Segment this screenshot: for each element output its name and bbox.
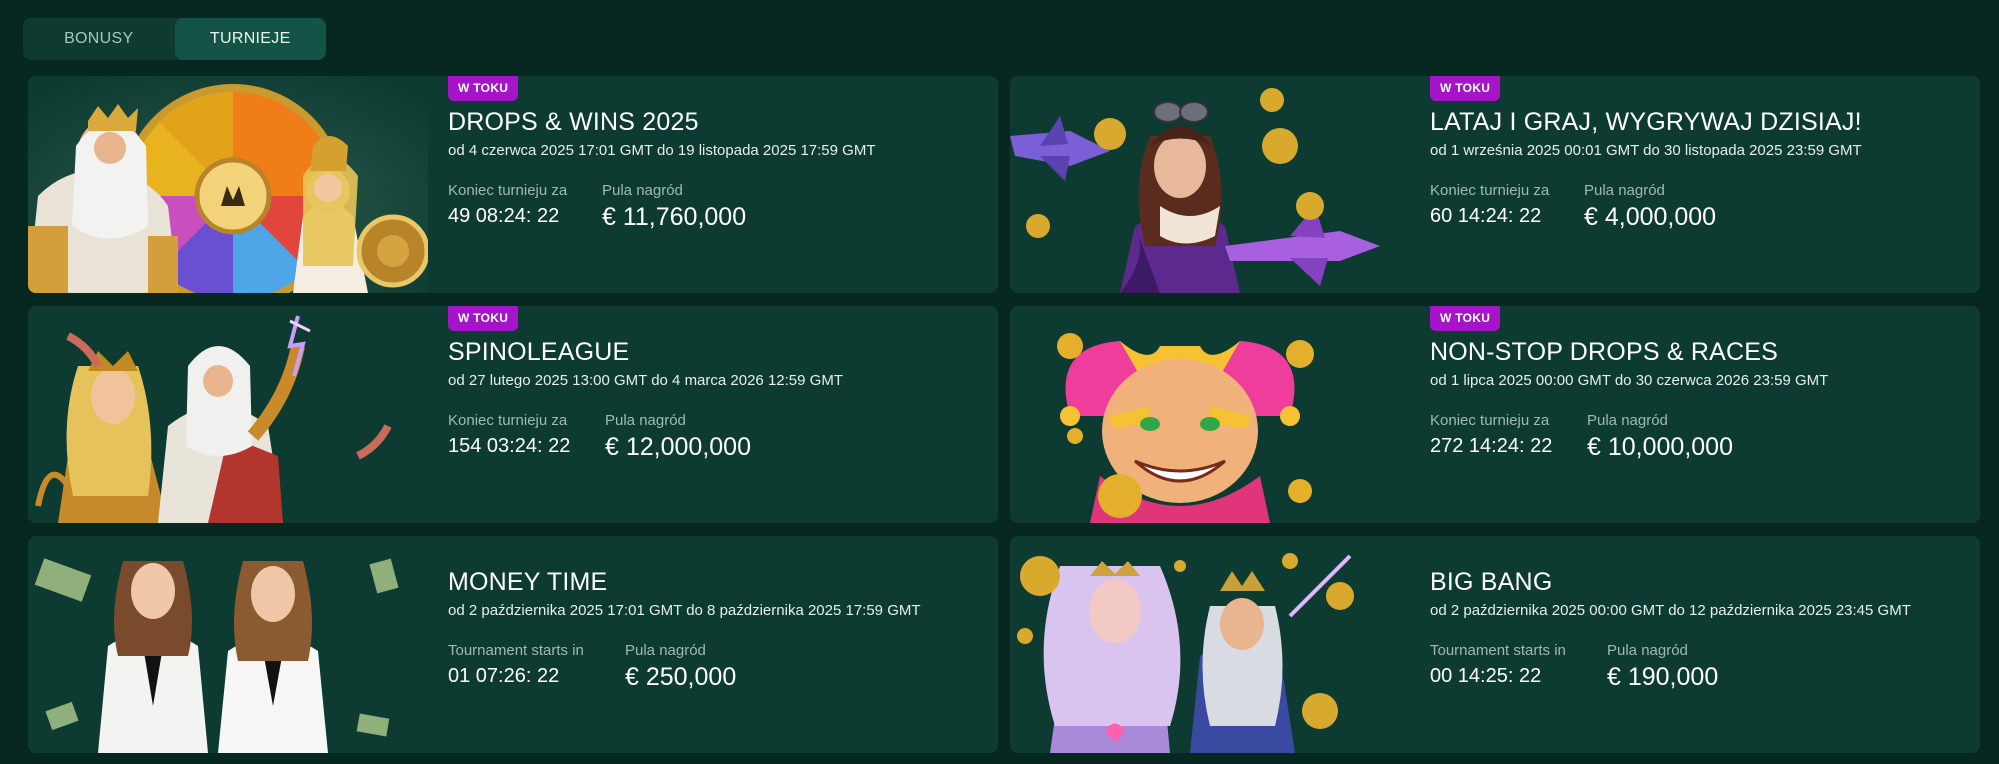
tournament-image-money-time xyxy=(28,536,428,753)
zeus-lightning-illustration xyxy=(28,306,428,523)
tournament-dates: od 4 czerwca 2025 17:01 GMT do 19 listop… xyxy=(448,142,876,159)
prize-block: Pula nagród € 12,000,000 xyxy=(605,412,751,462)
tournament-image-big-bang xyxy=(1010,536,1410,753)
prize-value: € 190,000 xyxy=(1607,663,1719,691)
timer-block: Koniec turnieju za 154 03:24: 22 xyxy=(448,412,570,458)
prize-label: Pula nagród xyxy=(625,642,706,659)
timer-label: Tournament starts in xyxy=(1430,642,1566,659)
tournament-dates: od 1 września 2025 00:01 GMT do 30 listo… xyxy=(1430,142,1862,159)
tournament-info: W TOKU NON-STOP DROPS & RACES od 1 lipca… xyxy=(1430,306,1970,523)
prize-label: Pula nagród xyxy=(1587,412,1668,429)
prize-block: Pula nagród € 11,760,000 xyxy=(602,182,746,232)
tournament-dates: od 1 lipca 2025 00:00 GMT do 30 czerwca … xyxy=(1430,372,1829,389)
timer-label: Tournament starts in xyxy=(448,642,584,659)
prize-label: Pula nagród xyxy=(602,182,683,199)
timer-value: 49 08:24: 22 xyxy=(448,205,560,227)
tournament-grid: W TOKU DROPS & WINS 2025 od 4 czerwca 20… xyxy=(28,76,1980,753)
tournament-title: BIG BANG xyxy=(1430,568,1553,596)
tournament-card[interactable]: W TOKU NON-STOP DROPS & RACES od 1 lipca… xyxy=(1010,306,1980,523)
tournament-image-joker xyxy=(1010,306,1410,523)
tournament-title: MONEY TIME xyxy=(448,568,608,596)
tournament-info: BIG BANG od 2 października 2025 00:00 GM… xyxy=(1430,536,1970,753)
tournament-card[interactable]: W TOKU LATAJ I GRAJ, WYGRYWAJ DZISIAJ! o… xyxy=(1010,76,1980,293)
prize-label: Pula nagród xyxy=(1584,182,1665,199)
timer-value: 60 14:24: 22 xyxy=(1430,205,1542,227)
prize-value: € 4,000,000 xyxy=(1584,203,1717,231)
tournament-image-spinoleague xyxy=(28,306,428,523)
timer-block: Koniec turnieju za 60 14:24: 22 xyxy=(1430,182,1549,228)
prize-block: Pula nagród € 190,000 xyxy=(1607,642,1718,692)
prize-label: Pula nagród xyxy=(605,412,686,429)
tournament-info: W TOKU DROPS & WINS 2025 od 4 czerwca 20… xyxy=(448,76,988,293)
tournament-card[interactable]: BIG BANG od 2 października 2025 00:00 GM… xyxy=(1010,536,1980,753)
tournament-title: DROPS & WINS 2025 xyxy=(448,108,699,136)
tournament-card[interactable]: W TOKU DROPS & WINS 2025 od 4 czerwca 20… xyxy=(28,76,998,293)
tournament-image-aviator xyxy=(1010,76,1410,293)
prize-label: Pula nagród xyxy=(1607,642,1688,659)
prize-value: € 250,000 xyxy=(625,663,737,691)
tournament-dates: od 2 października 2025 17:01 GMT do 8 pa… xyxy=(448,602,921,619)
tournament-info: W TOKU SPINOLEAGUE od 27 lutego 2025 13:… xyxy=(448,306,988,523)
timer-value: 00 14:25: 22 xyxy=(1430,665,1542,687)
tournaments-page: BONUSY TURNIEJE W TOKU DROPS & WINS 2025… xyxy=(0,0,1999,764)
prize-block: Pula nagród € 4,000,000 xyxy=(1584,182,1716,232)
prize-value: € 10,000,000 xyxy=(1587,433,1733,461)
timer-label: Koniec turnieju za xyxy=(1430,182,1550,199)
tournament-card[interactable]: MONEY TIME od 2 października 2025 17:01 … xyxy=(28,536,998,753)
tournament-dates: od 2 października 2025 00:00 GMT do 12 p… xyxy=(1430,602,1911,619)
status-badge: W TOKU xyxy=(1430,306,1501,331)
prize-block: Pula nagród € 10,000,000 xyxy=(1587,412,1733,462)
status-badge: W TOKU xyxy=(1430,76,1501,101)
tournament-card[interactable]: W TOKU SPINOLEAGUE od 27 lutego 2025 13:… xyxy=(28,306,998,523)
tournament-title: LATAJ I GRAJ, WYGRYWAJ DZISIAJ! xyxy=(1430,108,1862,136)
zeus-wheel-illustration xyxy=(28,76,428,293)
aviator-illustration xyxy=(1010,76,1410,293)
timer-label: Koniec turnieju za xyxy=(448,182,568,199)
status-badge: W TOKU xyxy=(448,76,519,101)
timer-block: Tournament starts in 00 14:25: 22 xyxy=(1430,642,1566,688)
tournament-image-zeus-athena xyxy=(28,76,428,293)
tournament-info: W TOKU LATAJ I GRAJ, WYGRYWAJ DZISIAJ! o… xyxy=(1430,76,1970,293)
timer-value: 01 07:26: 22 xyxy=(448,665,560,687)
timer-label: Koniec turnieju za xyxy=(448,412,568,429)
prize-block: Pula nagród € 250,000 xyxy=(625,642,736,692)
timer-value: 272 14:24: 22 xyxy=(1430,435,1553,457)
tournament-info: MONEY TIME od 2 października 2025 17:01 … xyxy=(448,536,988,753)
tab-turnieje[interactable]: TURNIEJE xyxy=(174,18,326,60)
timer-label: Koniec turnieju za xyxy=(1430,412,1550,429)
goddess-neptune-illustration xyxy=(1010,536,1410,753)
tournament-dates: od 27 lutego 2025 13:00 GMT do 4 marca 2… xyxy=(448,372,843,389)
timer-block: Tournament starts in 01 07:26: 22 xyxy=(448,642,584,688)
tournament-title: SPINOLEAGUE xyxy=(448,338,630,366)
tab-bonusy[interactable]: BONUSY xyxy=(23,18,175,60)
prize-value: € 12,000,000 xyxy=(605,433,751,461)
timer-value: 154 03:24: 22 xyxy=(448,435,571,457)
timer-block: Koniec turnieju za 272 14:24: 22 xyxy=(1430,412,1552,458)
women-money-illustration xyxy=(28,536,428,753)
status-badge: W TOKU xyxy=(448,306,519,331)
tab-bar: BONUSY TURNIEJE xyxy=(23,18,326,60)
timer-block: Koniec turnieju za 49 08:24: 22 xyxy=(448,182,567,228)
tournament-title: NON-STOP DROPS & RACES xyxy=(1430,338,1778,366)
joker-illustration xyxy=(1010,306,1410,523)
prize-value: € 11,760,000 xyxy=(602,203,747,231)
